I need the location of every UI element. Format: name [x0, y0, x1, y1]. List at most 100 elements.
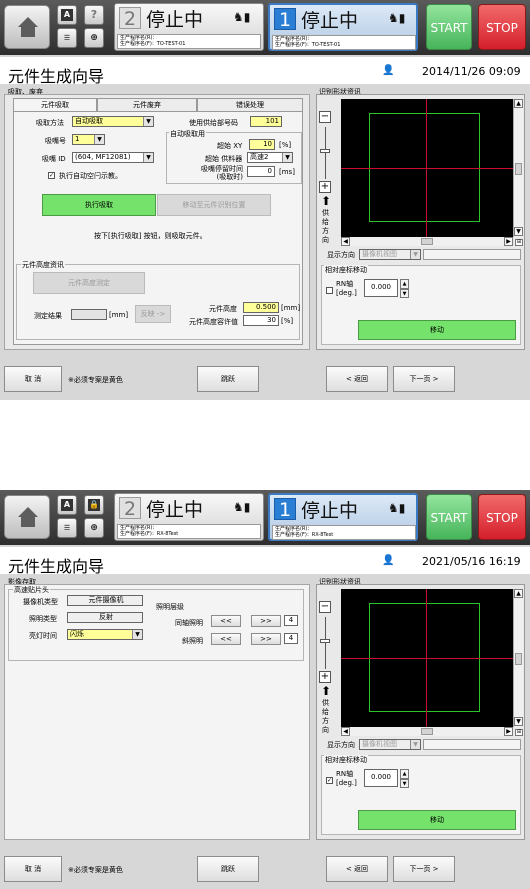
rn-axis-checkbox[interactable]: ✓: [326, 777, 333, 784]
start-button[interactable]: START: [426, 4, 472, 50]
xy-input[interactable]: 10: [249, 139, 275, 150]
scroll-up-icon: ▲: [514, 589, 523, 598]
move-button[interactable]: 移动: [358, 320, 516, 340]
stop-time-unit: [ms]: [279, 168, 295, 176]
xy-label: 超始 XY: [217, 142, 243, 150]
menu-button[interactable]: ☰: [57, 518, 77, 538]
lock-button[interactable]: 🔒: [84, 495, 104, 515]
scroll-right-icon: ▶: [504, 727, 513, 736]
camera-view[interactable]: [341, 99, 513, 237]
back-button[interactable]: < 返回: [326, 366, 388, 392]
coaxial-increase-button[interactable]: >>: [251, 615, 281, 627]
tolerance-input[interactable]: 30: [243, 315, 279, 326]
start-button[interactable]: START: [426, 494, 472, 540]
stop-button[interactable]: STOP: [478, 494, 526, 540]
operator-icon: ♞▮: [388, 11, 406, 25]
stage-2-status[interactable]: 2 停止中 ♞▮ 生产程序名(R)： 生产程序名(F)：TO-TEST-01: [114, 3, 264, 51]
nozzle-no-select[interactable]: 1 ▼: [72, 134, 105, 145]
auto-empty-label: 执行自动空闩示教。: [59, 172, 122, 180]
rn-axis-label: RN轴 [deg.]: [336, 770, 357, 787]
vertical-scrollbar[interactable]: ▲ ▼: [513, 99, 523, 237]
oblique-increase-button[interactable]: >>: [251, 633, 281, 645]
home-button[interactable]: [4, 5, 50, 49]
reflect-button[interactable]: 反映 ->: [135, 305, 171, 323]
speed-select[interactable]: 高速2 ▼: [247, 152, 293, 163]
page-title: 元件生成向导: [8, 67, 105, 86]
required-note: ※必须专案是黄色: [68, 866, 123, 874]
page-title: 元件生成向导: [8, 557, 105, 576]
display-direction-select[interactable]: 摄像机视图 ▼: [359, 739, 421, 750]
cancel-button[interactable]: 取 消: [4, 366, 62, 392]
alarm-button[interactable]: A: [57, 495, 77, 515]
stage-number: 1: [274, 498, 296, 521]
stage-1-status[interactable]: 1 停止中 ♞▮ 生产程序名(R)： 生产程序名(F)：RX-8Test: [268, 493, 418, 541]
move-button[interactable]: 移动: [358, 810, 516, 830]
rn-axis-input[interactable]: 0.000: [364, 769, 398, 787]
zoom-in-icon[interactable]: +: [319, 671, 331, 683]
back-button[interactable]: < 返回: [326, 856, 388, 882]
cancel-button[interactable]: 取 消: [4, 856, 62, 882]
help-button[interactable]: ?: [84, 5, 104, 25]
rn-axis-label: RN轴 [deg.]: [336, 280, 357, 297]
group-title: 元件高度资讯: [21, 260, 65, 270]
relative-move-group: 相对座标移动 ✓ RN轴 [deg.] 0.000 ▲ ▼ 移动: [321, 755, 521, 835]
zoom-out-icon[interactable]: −: [319, 111, 331, 123]
on-time-select[interactable]: 闪烁 ▼: [67, 629, 143, 640]
stop-time-input[interactable]: 0: [247, 166, 275, 177]
viewer-panel: − + ⬆ 供给方向 ▲ ▼ ◀ ▶ ⊞ 显示方向 摄像机视图▼ 相对座标移动: [316, 584, 525, 840]
skip-button[interactable]: 跳跃: [197, 856, 259, 882]
result-unit: [mm]: [109, 311, 129, 319]
zoom-slider-handle[interactable]: [320, 149, 330, 153]
next-button[interactable]: 下一页 >: [393, 856, 455, 882]
auto-empty-checkbox[interactable]: ✓: [48, 172, 55, 179]
spin-down-icon[interactable]: ▼: [400, 289, 409, 298]
tab-pick[interactable]: 元件吸取: [13, 98, 97, 112]
display-direction-select[interactable]: 摄像机视图 ▼: [359, 249, 421, 260]
nozzle-id-select[interactable]: (604, MF12081) ▼: [72, 152, 154, 163]
required-note: ※必须专案是黄色: [68, 376, 123, 384]
stop-button[interactable]: STOP: [478, 4, 526, 50]
horizontal-scrollbar[interactable]: ◀ ▶: [341, 727, 513, 736]
oblique-decrease-button[interactable]: <<: [211, 633, 241, 645]
left-panel: 高速贴片头 摄像机类型 元件摄像机 照明类型 反射 亮灯时间 闪烁 ▼ 照明层级 …: [4, 584, 310, 840]
pick-method-select[interactable]: 自动吸取 ▼: [72, 116, 154, 127]
stage-1-status[interactable]: 1 停止中 ♞▮ 生产程序名(R)： 生产程序名(F)：TO-TEST-01: [268, 3, 418, 51]
horizontal-scrollbar[interactable]: ◀ ▶: [341, 237, 513, 246]
coaxial-decrease-button[interactable]: <<: [211, 615, 241, 627]
feeder-input[interactable]: 101: [250, 116, 282, 127]
auto-pick-group: 自动吸取用 超始 XY 10 [%] 超始 供料器 高速2 ▼ 吸嘴停留时间 (吸…: [166, 129, 302, 184]
chevron-down-icon: ▼: [94, 135, 104, 144]
network-icon[interactable]: ⊕: [84, 28, 104, 48]
camera-view[interactable]: [341, 589, 513, 727]
user-icon: 👤: [382, 65, 395, 76]
grid-icon[interactable]: ⊞: [515, 729, 523, 736]
tab-error[interactable]: 错误处理: [197, 98, 303, 111]
zoom-out-icon[interactable]: −: [319, 601, 331, 613]
vertical-scrollbar[interactable]: ▲ ▼: [513, 589, 523, 727]
high-speed-head-group: 高速贴片头 摄像机类型 元件摄像机 照明类型 反射 亮灯时间 闪烁 ▼ 照明层级 …: [8, 585, 304, 661]
spin-down-icon[interactable]: ▼: [400, 779, 409, 788]
zoom-in-icon[interactable]: +: [319, 181, 331, 193]
network-icon[interactable]: ⊕: [84, 518, 104, 538]
grid-icon[interactable]: ⊞: [515, 239, 523, 246]
skip-button[interactable]: 跳跃: [197, 366, 259, 392]
rn-axis-checkbox[interactable]: [326, 287, 333, 294]
tab-discard[interactable]: 元件废弃: [97, 98, 197, 111]
alarm-button[interactable]: A: [57, 5, 77, 25]
menu-button[interactable]: ☰: [57, 28, 77, 48]
measure-height-button[interactable]: 元件高度测定: [33, 272, 145, 294]
rn-axis-input[interactable]: 0.000: [364, 279, 398, 297]
spin-up-icon[interactable]: ▲: [400, 279, 409, 289]
display-direction-label: 显示方向: [327, 741, 355, 749]
move-to-recognition-button[interactable]: 移动至元件识别位置: [157, 194, 271, 216]
height-input[interactable]: 0.500: [243, 302, 279, 313]
next-button[interactable]: 下一页 >: [393, 366, 455, 392]
stage-2-status[interactable]: 2 停止中 ♞▮ 生产程序名(R)： 生产程序名(F)：RX-8Test: [114, 493, 264, 541]
execute-pick-button[interactable]: 执行吸取: [42, 194, 156, 216]
screen-1: A ? ☰ ⊕ 2 停止中 ♞▮ 生产程序名(R)： 生产程序名(F)：TO-TE…: [0, 0, 530, 400]
home-button[interactable]: [4, 495, 50, 539]
zoom-slider-handle[interactable]: [320, 639, 330, 643]
spin-up-icon[interactable]: ▲: [400, 769, 409, 779]
scroll-right-icon: ▶: [504, 237, 513, 246]
tolerance-label: 元件高度容许值: [189, 318, 238, 326]
